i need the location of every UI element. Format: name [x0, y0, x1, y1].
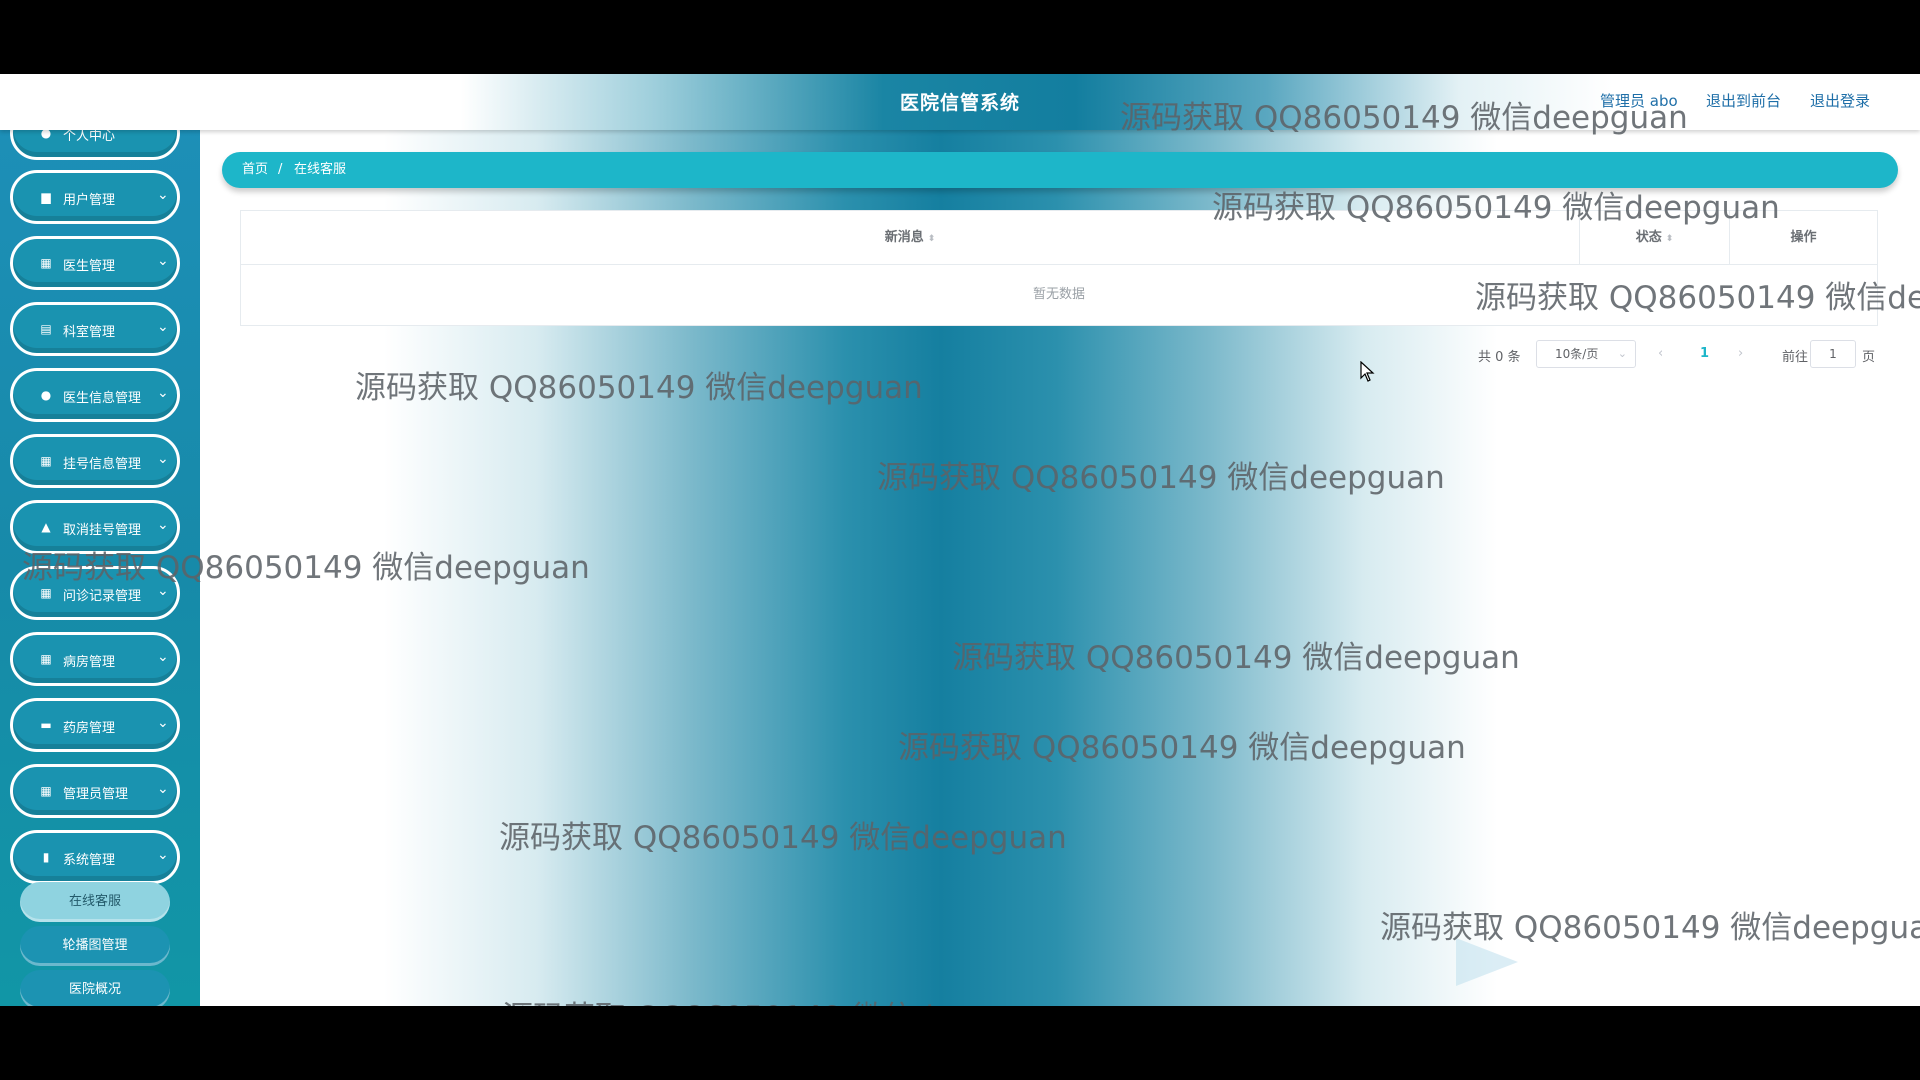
- prev-page-button[interactable]: ‹: [1658, 346, 1663, 376]
- admin-user-label: 管理员 abo: [1600, 92, 1678, 110]
- submenu-online-service[interactable]: 在线客服: [20, 882, 170, 922]
- chevron-down-icon: ⌄: [157, 319, 169, 335]
- app-window: 医院信管系统 管理员 abo 退出到前台 退出登录 ● 个人中心 ▆ 用户管理 …: [0, 74, 1920, 1006]
- chevron-down-icon: ⌄: [1617, 347, 1627, 360]
- grid-icon: ▦: [40, 256, 52, 270]
- top-header: 医院信管系统 管理员 abo 退出到前台 退出登录: [0, 74, 1920, 130]
- pharmacy-icon: ▬: [40, 718, 52, 732]
- mouse-cursor-icon: [1360, 361, 1375, 382]
- chevron-down-icon: ⌄: [157, 385, 169, 401]
- users-icon: ▆: [41, 190, 51, 204]
- chevron-down-icon: ⌄: [157, 715, 169, 731]
- watermark-text: 源码获取 QQ86050149 微信deepguan: [502, 992, 1070, 1006]
- page-size-select[interactable]: 10条/页 ⌄: [1536, 340, 1636, 368]
- page-number-current[interactable]: 1: [1700, 346, 1709, 376]
- sidebar-item-user-management[interactable]: ▆ 用户管理 ⌄: [10, 170, 180, 224]
- sidebar-item-system-management[interactable]: ▮ 系统管理 ⌄: [10, 830, 180, 884]
- sidebar-item-label: 医生信息管理: [63, 391, 142, 406]
- sidebar-item-label: 问诊记录管理: [63, 589, 142, 604]
- sidebar-item-label: 药房管理: [63, 721, 116, 736]
- column-header-actions: 操作: [1730, 211, 1877, 265]
- column-header-new-message[interactable]: 新消息 ⬍: [241, 211, 1580, 265]
- book-icon: ▮: [42, 850, 50, 864]
- goto-page-input[interactable]: 1: [1810, 340, 1856, 368]
- sidebar-item-department-management[interactable]: ▤ 科室管理 ⌄: [10, 302, 180, 356]
- sidebar-item-registration-management[interactable]: ▦ 挂号信息管理 ⌄: [10, 434, 180, 488]
- sidebar: ● 个人中心 ▆ 用户管理 ⌄ ▦ 医生管理 ⌄ ▤ 科室管理 ⌄ ● 医生信息…: [0, 130, 200, 1006]
- play-logo-icon: [1456, 938, 1518, 986]
- thumb-icon: ▲: [41, 520, 51, 534]
- goto-label: 前往: [1782, 350, 1809, 365]
- grid-icon: ▦: [40, 586, 52, 600]
- logout-link[interactable]: 退出登录: [1810, 90, 1870, 111]
- sidebar-item-doctor-management[interactable]: ▦ 医生管理 ⌄: [10, 236, 180, 290]
- page-suffix-label: 页: [1862, 350, 1876, 365]
- back-to-front-link[interactable]: 退出到前台: [1706, 90, 1781, 111]
- submenu-carousel-management[interactable]: 轮播图管理: [20, 926, 170, 966]
- chevron-down-icon: ⌄: [157, 253, 169, 269]
- breadcrumb-home[interactable]: 首页: [242, 152, 268, 188]
- sidebar-item-label: 取消挂号管理: [63, 523, 142, 538]
- breadcrumb: 首页 / 在线客服: [222, 152, 1898, 188]
- page-size-value: 10条/页: [1555, 347, 1599, 361]
- empty-table-message: 暂无数据: [1032, 287, 1085, 302]
- chevron-down-icon: ⌄: [157, 187, 169, 203]
- chevron-down-icon: ⌄: [157, 649, 169, 665]
- sidebar-item-doctor-info-management[interactable]: ● 医生信息管理 ⌄: [10, 368, 180, 422]
- sidebar-item-ward-management[interactable]: ▦ 病房管理 ⌄: [10, 632, 180, 686]
- breadcrumb-current: 在线客服: [294, 162, 347, 177]
- sidebar-item-consultation-records[interactable]: ▦ 问诊记录管理 ⌄: [10, 566, 180, 620]
- sidebar-item-personal-center[interactable]: ● 个人中心: [10, 130, 180, 160]
- data-table: 新消息 ⬍ 状态 ⬍ 操作 暂无数据: [240, 210, 1878, 326]
- sidebar-item-label: 用户管理: [63, 193, 116, 208]
- system-title: 医院信管系统: [900, 92, 1021, 114]
- sidebar-item-label: 科室管理: [63, 325, 116, 340]
- column-header-status[interactable]: 状态 ⬍: [1580, 211, 1730, 265]
- pagination-total: 共 0 条: [1478, 350, 1521, 365]
- sidebar-item-label: 病房管理: [63, 655, 116, 670]
- chevron-down-icon: ⌄: [157, 781, 169, 797]
- sidebar-item-admin-management[interactable]: ▦ 管理员管理 ⌄: [10, 764, 180, 818]
- watermark-clip: 源码获取 QQ86050149 微信deepguan: [0, 992, 1920, 1006]
- sidebar-item-pharmacy-management[interactable]: ▬ 药房管理 ⌄: [10, 698, 180, 752]
- sort-icon[interactable]: ⬍: [1666, 234, 1674, 244]
- column-header-label: 状态: [1635, 230, 1662, 245]
- chevron-down-icon: ⌄: [157, 517, 169, 533]
- clipboard-icon: ▤: [40, 322, 52, 336]
- column-header-label: 操作: [1790, 230, 1817, 245]
- sidebar-item-cancel-registration-management[interactable]: ▲ 取消挂号管理 ⌄: [10, 500, 180, 554]
- next-page-button[interactable]: ›: [1738, 346, 1743, 376]
- breadcrumb-separator: /: [278, 162, 283, 177]
- sidebar-item-label: 医生管理: [63, 259, 116, 274]
- person-icon: ●: [40, 388, 52, 402]
- chevron-down-icon: ⌄: [157, 583, 169, 599]
- chevron-down-icon: ⌄: [157, 451, 169, 467]
- grid-icon: ▦: [40, 652, 52, 666]
- column-header-label: 新消息: [884, 230, 924, 245]
- sidebar-item-label: 个人中心: [63, 130, 116, 144]
- chevron-down-icon: ⌄: [157, 847, 169, 863]
- sidebar-item-label: 管理员管理: [63, 787, 129, 802]
- person-icon: ●: [40, 130, 52, 140]
- sort-icon[interactable]: ⬍: [928, 234, 936, 244]
- grid-icon: ▦: [40, 454, 52, 468]
- grid-icon: ▦: [40, 784, 52, 798]
- sidebar-item-label: 系统管理: [63, 853, 116, 868]
- sidebar-item-label: 挂号信息管理: [63, 457, 142, 472]
